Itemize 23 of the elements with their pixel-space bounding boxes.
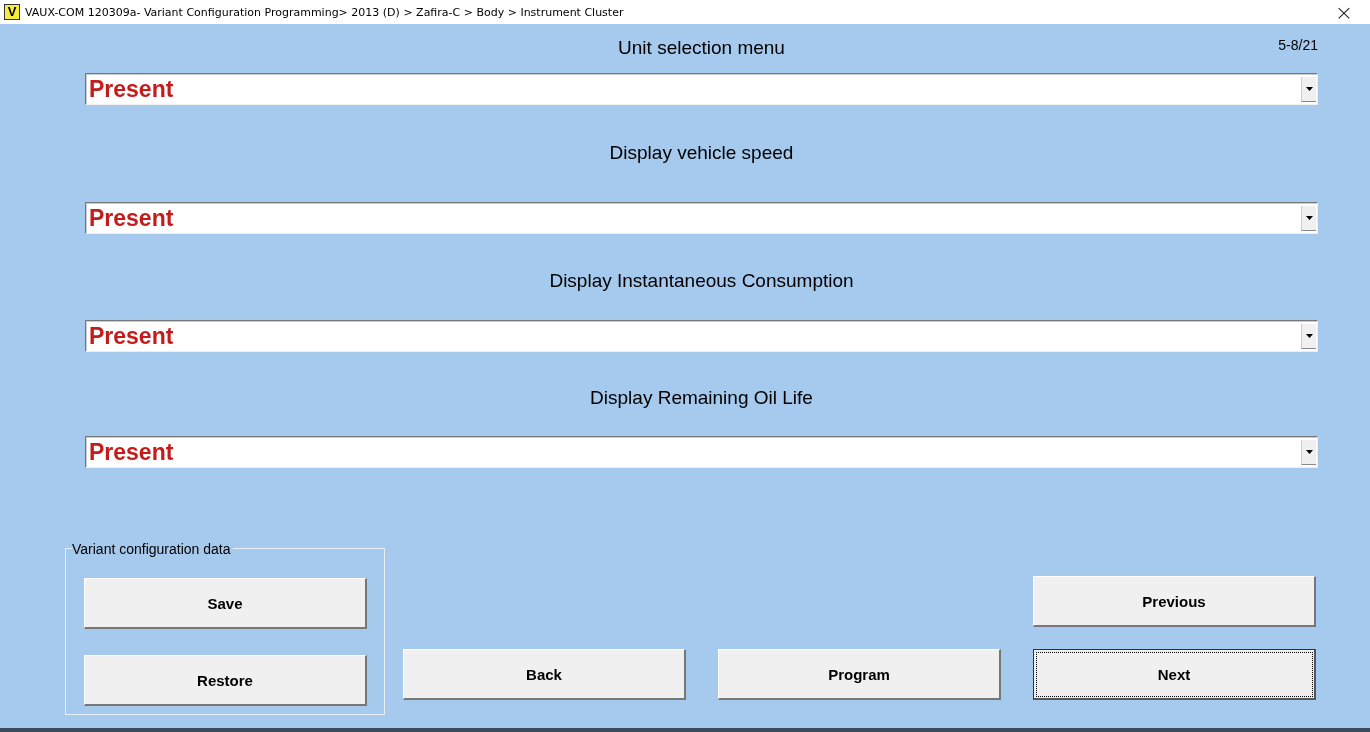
dropdown-value: Present bbox=[88, 438, 175, 466]
button[interactable]: Back bbox=[403, 649, 686, 700]
button[interactable]: Restore bbox=[84, 655, 367, 706]
app-logo-icon: V bbox=[4, 4, 20, 20]
dropdown-value: Present bbox=[88, 204, 175, 232]
dropdown-field[interactable]: Present bbox=[85, 436, 1318, 468]
field-label: Display vehicle speed bbox=[609, 142, 794, 164]
window-title: VAUX-COM 120309a- Variant Configuration Programming> 2013 (D) > Zafira-C > Body > Instrument Cluster bbox=[25, 5, 625, 19]
dropdown-field[interactable]: Present bbox=[85, 320, 1318, 352]
group-title: Variant configuration data bbox=[72, 541, 233, 557]
dropdown-value: Present bbox=[88, 75, 175, 103]
dropdown-value: Present bbox=[88, 322, 175, 350]
close-button[interactable]: × bbox=[1322, 0, 1366, 24]
field-label: Unit selection menu bbox=[618, 37, 785, 59]
dropdown-field[interactable]: Present bbox=[85, 73, 1318, 105]
button[interactable]: Previous bbox=[1033, 576, 1316, 627]
button[interactable]: Next bbox=[1033, 649, 1316, 700]
field-label: Display Remaining Oil Life bbox=[590, 387, 813, 409]
dropdown-field[interactable]: Present bbox=[85, 202, 1318, 234]
field-label: Display Instantaneous Consumption bbox=[549, 270, 854, 292]
button[interactable]: Save bbox=[84, 578, 367, 629]
button[interactable]: Program bbox=[718, 649, 1001, 700]
page-counter: 5-8/21 bbox=[1278, 37, 1318, 53]
